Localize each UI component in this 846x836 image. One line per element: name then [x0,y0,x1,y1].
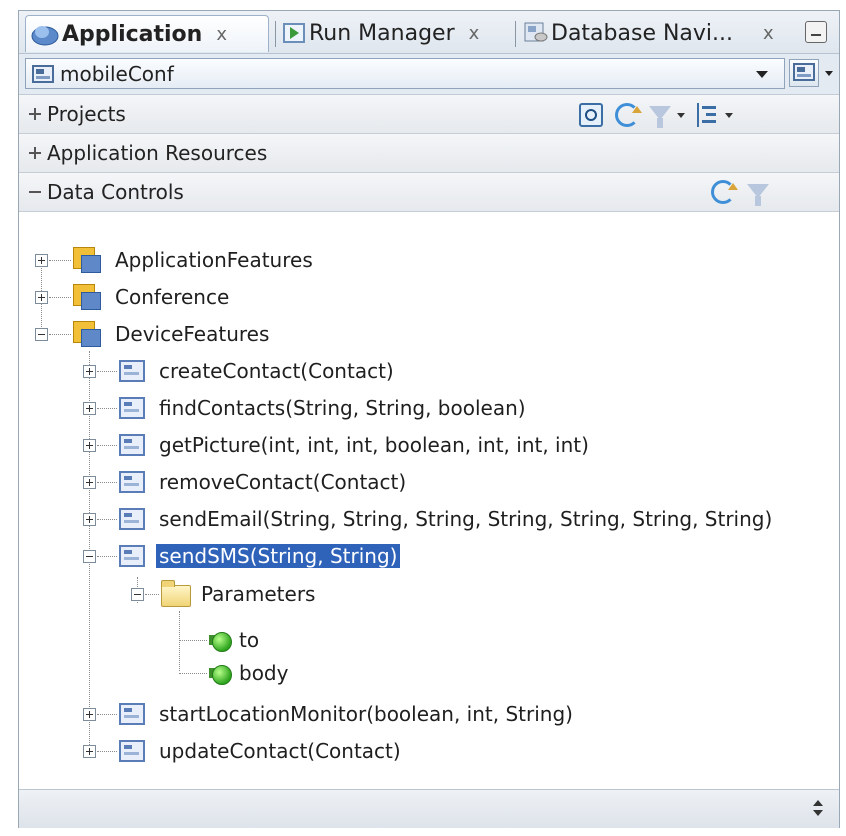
folder-icon [161,580,191,607]
tab-database-navigator[interactable]: Database Navi... x [523,15,793,51]
filter-icon[interactable] [747,184,769,206]
tree-node-method[interactable]: getPicture(int, int, int, boolean, int, … [19,428,589,462]
method-icon [119,740,145,762]
expand-icon[interactable] [83,745,96,758]
expand-icon[interactable] [35,254,48,267]
tab-divider [515,21,516,47]
method-icon [119,397,145,419]
data-controls-tree: ApplicationFeatures Conference DeviceFea… [19,243,839,788]
tree-node-method[interactable]: findContacts(String, String, boolean) [19,391,526,425]
tree-node-label: DeviceFeatures [115,322,270,346]
method-icon [119,360,145,382]
method-icon [119,471,145,493]
close-icon[interactable]: x [469,23,480,44]
expand-icon[interactable] [83,708,96,721]
expand-icon[interactable] [83,476,96,489]
expand-icon[interactable] [83,365,96,378]
filter-icon[interactable] [649,106,671,128]
collapse-icon[interactable] [35,328,48,341]
collapse-icon[interactable] [83,550,96,563]
expand-icon[interactable] [83,439,96,452]
refresh-icon[interactable] [711,180,738,204]
tab-application-label: Application [62,21,203,47]
tab-bar: Application x Run Manager x Database Nav… [19,11,839,54]
expand-icon[interactable] [29,147,41,159]
data-controls-section-title: Data Controls [47,180,184,204]
tree-node-label: Parameters [201,582,316,606]
chevron-down-icon[interactable] [825,71,833,76]
tree-node-label: removeContact(Contact) [159,470,407,494]
close-icon[interactable]: x [763,23,774,44]
parameter-icon [209,662,232,685]
chevron-down-icon[interactable] [677,113,685,118]
minimize-icon[interactable] [805,21,827,43]
application-selector-value: mobileConf [60,61,174,86]
tree-node-label: sendEmail(String, String, String, String… [159,507,773,531]
tab-divider [275,21,276,47]
scroll-icon[interactable] [811,800,825,818]
tree-node-label: sendSMS(String, String) [156,544,401,568]
data-control-icon [73,321,101,347]
parameter-icon [209,629,232,652]
method-icon [119,434,145,456]
tree-node-label: getPicture(int, int, int, boolean, int, … [159,433,589,457]
tab-application[interactable]: Application x [25,15,269,52]
expand-icon[interactable] [29,108,41,120]
window-icon [793,63,815,81]
refresh-icon[interactable] [615,103,642,127]
tree-node-devicefeatures[interactable]: DeviceFeatures [19,317,269,351]
data-controls-section-header[interactable]: Data Controls [19,173,839,212]
tree-node-method-selected[interactable]: sendSMS(String, String) [19,539,401,573]
collapse-icon[interactable] [131,588,144,601]
tree-node-label: createContact(Contact) [159,359,394,383]
collapse-icon[interactable] [29,186,41,198]
tree-node-applicationfeatures[interactable]: ApplicationFeatures [19,243,313,277]
search-icon[interactable] [579,103,603,127]
method-icon [119,508,145,530]
tree-node-method[interactable]: createContact(Contact) [19,354,394,388]
application-icon [30,20,60,48]
tree-node-label: ApplicationFeatures [115,248,313,272]
chevron-down-icon[interactable] [725,113,733,118]
tree-node-label: to [239,628,260,652]
data-control-icon [73,247,101,273]
application-selector-row: mobileConf [19,54,839,95]
database-navigator-icon [523,21,549,45]
close-icon[interactable]: x [216,24,227,45]
panel-bottom-bar [19,789,839,828]
application-selector[interactable]: mobileConf [25,58,785,89]
tree-node-method[interactable]: updateContact(Contact) [19,734,401,768]
tree-node-label: body [239,661,289,685]
tab-database-navigator-label: Database Navi... [551,20,734,46]
expand-icon[interactable] [35,291,48,304]
projects-section-header[interactable]: Projects [19,95,839,134]
tab-run-manager[interactable]: Run Manager x [283,15,515,51]
application-resources-section-header[interactable]: Application Resources [19,134,839,173]
tree-node-label: updateContact(Contact) [159,739,401,763]
method-icon [119,703,145,725]
application-navigator-panel: Application x Run Manager x Database Nav… [18,10,840,828]
tree-node-method[interactable]: startLocationMonitor(boolean, int, Strin… [19,697,573,731]
data-control-icon [73,284,101,310]
tree-node-label: Conference [115,285,230,309]
tree-node-parameter[interactable]: body [19,656,288,690]
expand-icon[interactable] [83,402,96,415]
tree-node-conference[interactable]: Conference [19,280,229,314]
tab-run-manager-label: Run Manager [309,20,455,46]
application-menu-button[interactable] [789,59,819,87]
tree-node-label: findContacts(String, String, boolean) [159,396,526,420]
method-icon [119,545,145,567]
tree-node-method[interactable]: sendEmail(String, String, String, String… [19,502,772,536]
chevron-down-icon[interactable] [756,71,768,78]
tree-node-label: startLocationMonitor(boolean, int, Strin… [159,702,573,726]
application-resources-section-title: Application Resources [47,141,268,165]
tree-options-icon[interactable] [697,103,721,127]
tree-node-method[interactable]: removeContact(Contact) [19,465,406,499]
tree-node-parameters[interactable]: Parameters [19,577,315,611]
expand-icon[interactable] [83,513,96,526]
window-icon [32,64,54,83]
run-manager-icon [283,23,305,43]
projects-section-title: Projects [47,102,126,126]
tree-node-parameter[interactable]: to [19,623,259,657]
